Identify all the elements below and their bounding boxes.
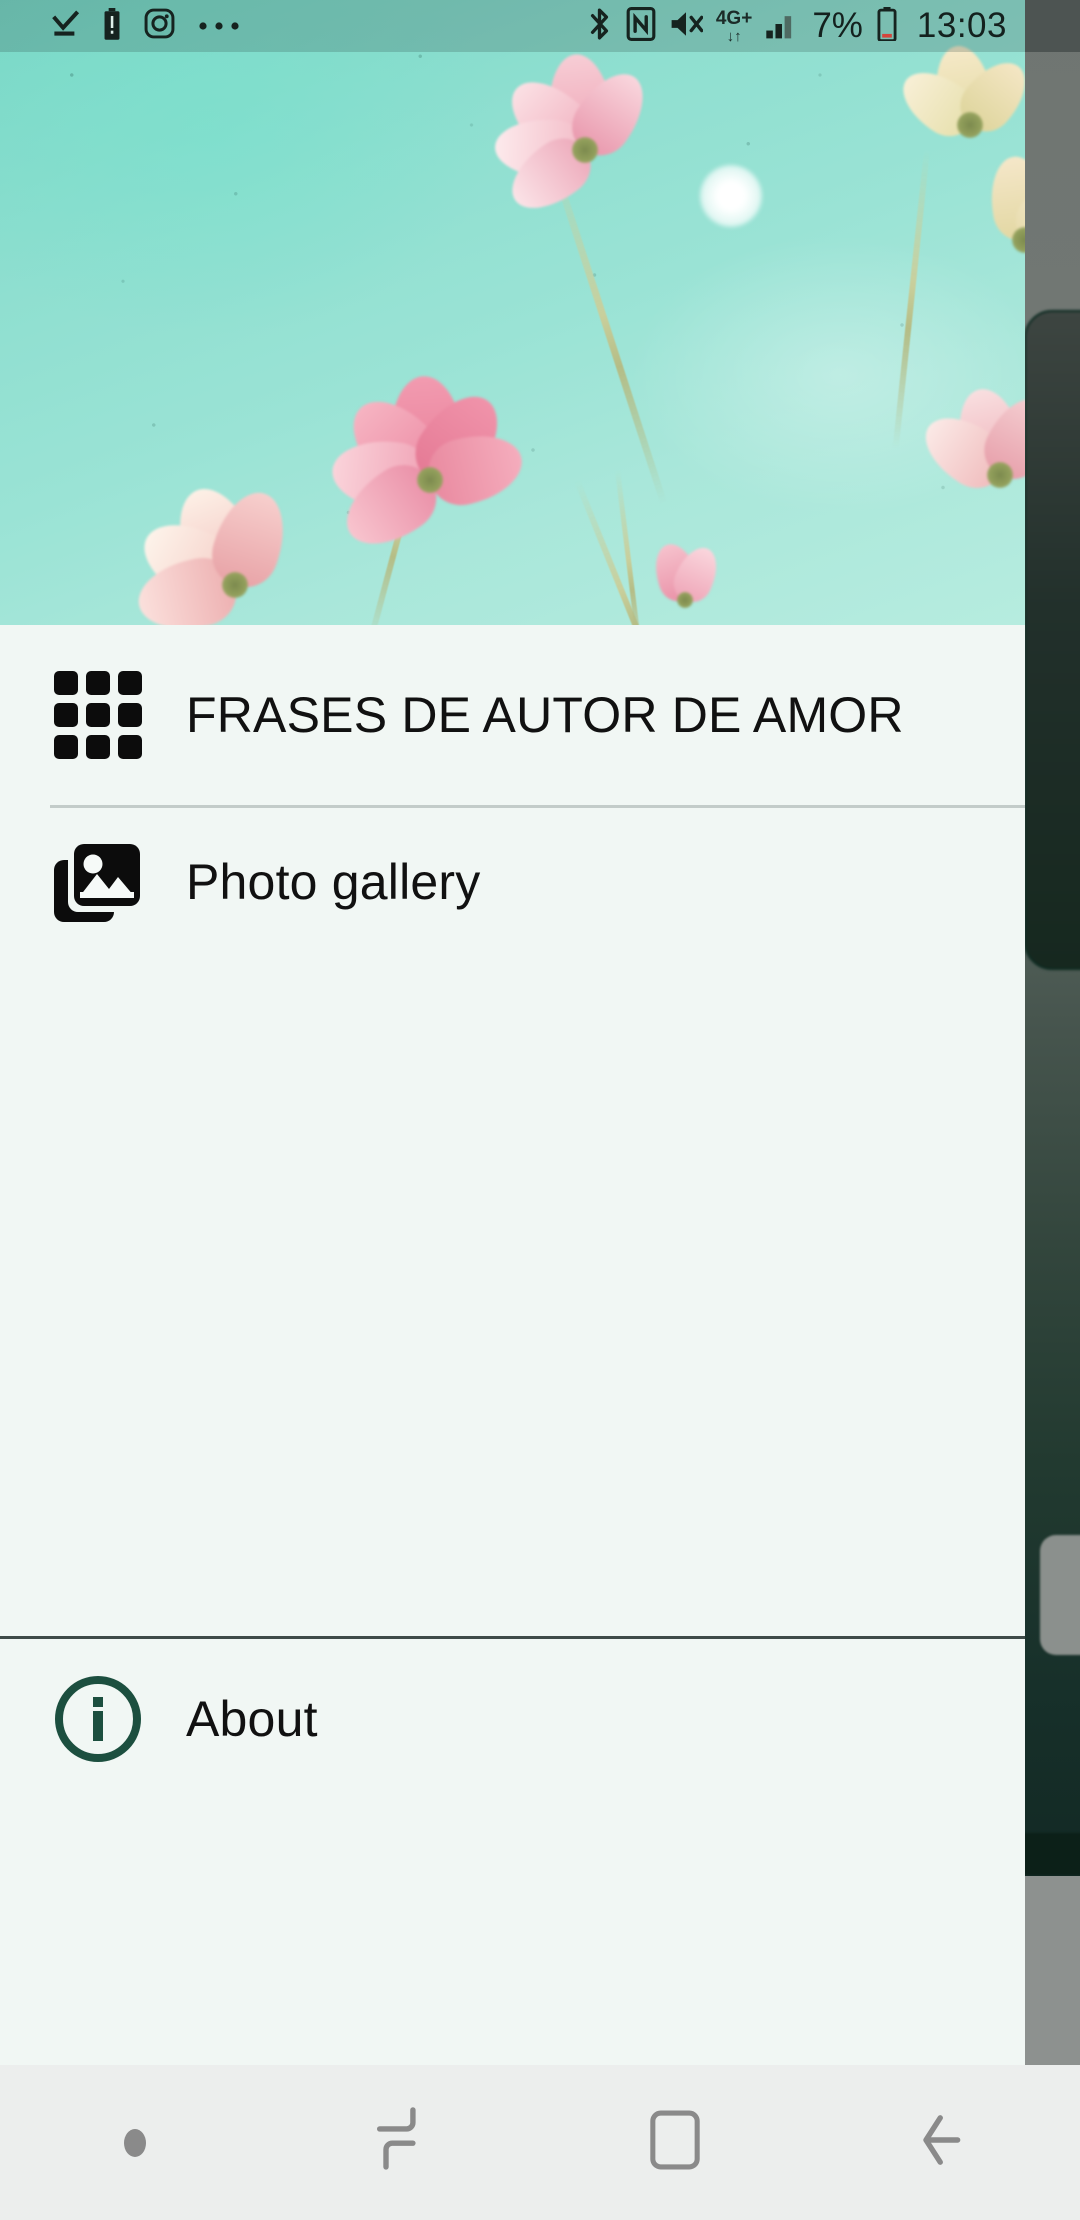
cosmos-flower <box>110 470 360 625</box>
nfc-icon <box>626 6 656 46</box>
cosmos-flower <box>900 380 1025 570</box>
sidebar-item-label: FRASES DE AUTOR DE AMOR <box>186 686 904 743</box>
sidebar-item-photo-gallery[interactable]: Photo gallery <box>0 808 1025 956</box>
nav-back-button[interactable] <box>810 2065 1080 2220</box>
battery-icon <box>876 6 898 46</box>
photo-library-icon <box>50 834 146 930</box>
navigation-drawer: 4G+ ↓↑ 7% 13:03 FRASES DE AUTOR DE AMOR … <box>0 0 1025 2065</box>
app-background-lower <box>1024 1876 1080 2066</box>
system-navigation-bar <box>0 2065 1080 2220</box>
phone-screen: 4G+ ↓↑ 7% 13:03 FRASES DE AUTOR DE AMOR … <box>0 0 1080 2220</box>
app-background-topbar <box>1024 0 1080 52</box>
sidebar-item-frases-de-autor-de-amor[interactable]: FRASES DE AUTOR DE AMOR <box>0 625 1025 805</box>
data-transfer-arrows: ↓↑ <box>726 27 742 45</box>
sound-muted-icon <box>669 8 704 45</box>
battery-alert-icon <box>102 7 122 45</box>
sidebar-item-about[interactable]: About <box>0 1639 1025 1799</box>
app-background-bar <box>1024 1833 1080 1875</box>
drawer-empty-space <box>0 956 1025 1636</box>
nav-home-button[interactable] <box>540 2065 810 2220</box>
status-bar: 4G+ ↓↑ 7% 13:03 <box>0 0 1025 52</box>
info-circle-icon <box>50 1671 146 1767</box>
header-bokeh-highlight <box>700 165 762 227</box>
mobile-data-icon: 4G+ ↓↑ <box>716 9 752 44</box>
more-notifications-icon <box>197 17 243 36</box>
cosmos-flower <box>930 150 1025 330</box>
grid-icon <box>50 667 146 763</box>
nav-dot-indicator[interactable] <box>0 2065 270 2220</box>
sidebar-item-label: About <box>186 1690 318 1747</box>
recents-icon <box>367 2102 443 2183</box>
cosmos-flower <box>470 50 700 250</box>
instagram-icon <box>144 8 175 44</box>
dot-icon <box>124 2128 146 2157</box>
signal-bars-icon <box>765 8 799 45</box>
bluetooth-icon <box>586 6 613 47</box>
drawer-header-image: 4G+ ↓↑ 7% 13:03 <box>0 0 1025 625</box>
app-background-chip <box>1040 1535 1080 1655</box>
back-arrow-icon <box>907 2102 983 2183</box>
nav-recents-button[interactable] <box>270 2065 540 2220</box>
home-icon <box>637 2102 713 2183</box>
status-bar-system-icons: 4G+ ↓↑ 7% 13:03 <box>586 6 1007 47</box>
network-type-label: 4G+ <box>715 7 753 29</box>
download-complete-icon <box>50 8 80 45</box>
status-bar-notifications <box>50 7 243 45</box>
sidebar-item-label: Photo gallery <box>186 853 481 910</box>
battery-percent-label: 7% <box>812 6 863 45</box>
drawer-menu-list: FRASES DE AUTOR DE AMOR Photo gallery <box>0 625 1025 1636</box>
app-background-card <box>1024 310 1080 970</box>
cosmos-flower-bud <box>620 538 750 625</box>
status-clock: 13:03 <box>916 6 1007 45</box>
